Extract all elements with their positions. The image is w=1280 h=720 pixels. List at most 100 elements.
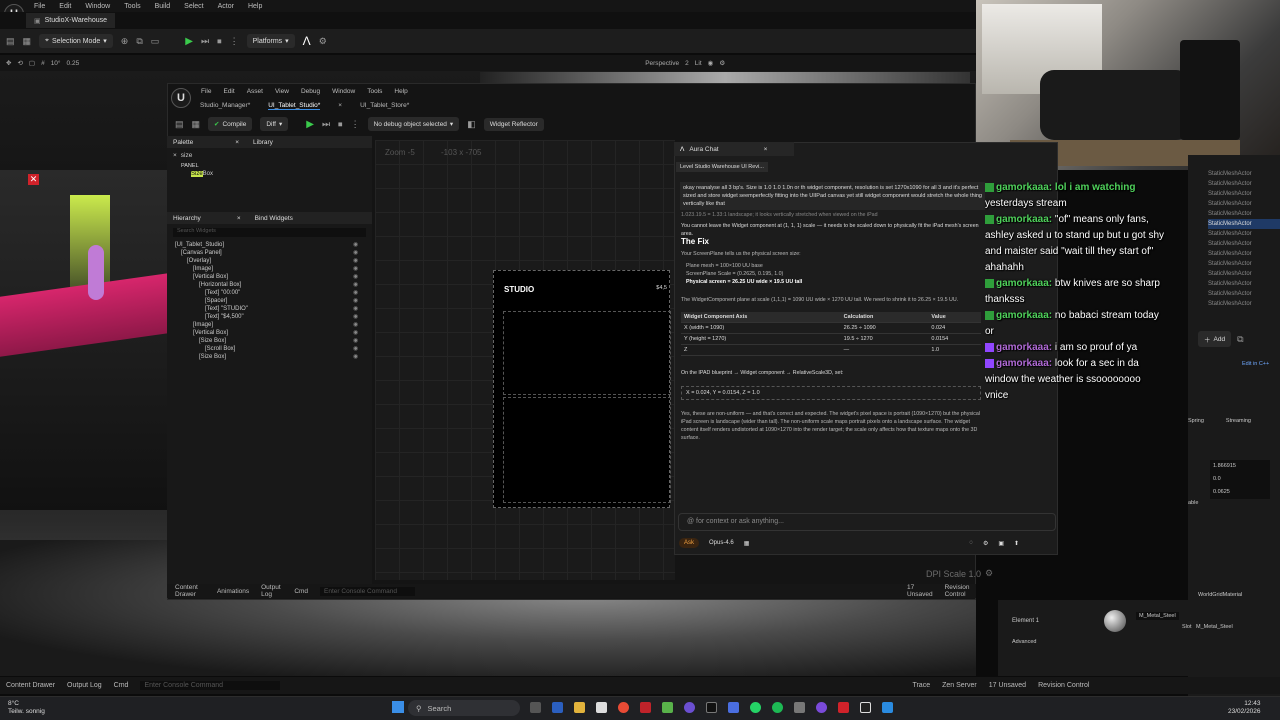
- grid-icon[interactable]: #: [41, 60, 45, 67]
- visibility-icon[interactable]: ◉: [353, 305, 358, 313]
- revision-control-button[interactable]: Revision Control: [945, 584, 976, 598]
- visibility-icon[interactable]: ◉: [353, 281, 358, 289]
- close-icon[interactable]: ✕: [28, 174, 39, 185]
- clear-search-icon[interactable]: ×: [173, 152, 177, 159]
- play-button[interactable]: ▶: [185, 36, 193, 47]
- unreal-taskbar-icon[interactable]: [860, 702, 871, 713]
- show-icon[interactable]: ◉: [708, 59, 714, 67]
- tree-item[interactable]: [Text] "00:00" ◉: [167, 289, 372, 297]
- save-icon[interactable]: ▤: [6, 36, 15, 47]
- menu-debug[interactable]: Debug: [301, 88, 320, 95]
- save-icon[interactable]: ▤: [175, 119, 184, 130]
- cmd-button[interactable]: Cmd: [114, 682, 129, 689]
- hierarchy-search[interactable]: Search Widgets: [173, 228, 366, 237]
- app-icon[interactable]: [728, 702, 739, 713]
- cinematics-icon[interactable]: ▭: [151, 36, 160, 47]
- project-tab[interactable]: ▣ StudioX-Warehouse: [26, 13, 116, 28]
- output-log-button[interactable]: Output Log: [67, 682, 102, 689]
- step-icon[interactable]: ⏭: [201, 36, 209, 47]
- menu-view[interactable]: View: [275, 88, 289, 95]
- compile-button[interactable]: ✔ Compile: [208, 117, 253, 131]
- step-icon[interactable]: ⏭: [322, 119, 330, 130]
- cmd-button[interactable]: Cmd: [294, 588, 308, 595]
- chat-input[interactable]: @ for context or ask anything...: [678, 513, 1056, 531]
- dpi-scale[interactable]: DPI Scale 1.0 ⚙: [926, 568, 993, 579]
- close-icon[interactable]: ×: [764, 146, 768, 153]
- outliner-item[interactable]: StaticMeshActor: [1208, 279, 1280, 289]
- app-icon[interactable]: [816, 702, 827, 713]
- menu-file[interactable]: File: [34, 3, 45, 10]
- animations-button[interactable]: Animations: [217, 588, 249, 595]
- scale-icon[interactable]: ▢: [29, 59, 35, 67]
- tab-palette[interactable]: Palette: [173, 139, 193, 146]
- app-icon[interactable]: [640, 702, 651, 713]
- menu-edit[interactable]: Edit: [59, 3, 71, 10]
- app-icon[interactable]: [882, 702, 893, 713]
- tree-item[interactable]: [Image] ◉: [167, 265, 372, 273]
- menu-select[interactable]: Select: [184, 3, 203, 10]
- tab-streaming[interactable]: Streaming: [1226, 418, 1251, 424]
- material-thumbnail[interactable]: [1104, 610, 1126, 632]
- visibility-icon[interactable]: ◉: [353, 321, 358, 329]
- menu-build[interactable]: Build: [155, 3, 171, 10]
- selection-mode-button[interactable]: ⌖ Selection Mode ▾: [39, 34, 113, 48]
- tab-library[interactable]: Library: [253, 139, 273, 146]
- tree-item[interactable]: [Text] "STUDIO" ◉: [167, 305, 372, 313]
- outliner-item[interactable]: StaticMeshActor: [1208, 189, 1280, 199]
- attach-icon[interactable]: ▦: [744, 540, 750, 547]
- outliner-item[interactable]: StaticMeshActor: [1208, 299, 1280, 309]
- send-icon[interactable]: ⬆: [1014, 540, 1019, 547]
- more-icon[interactable]: ⋮: [230, 36, 239, 47]
- content-drawer-button[interactable]: Content Drawer: [175, 584, 205, 598]
- debug-icon[interactable]: ◧: [467, 119, 476, 130]
- visibility-icon[interactable]: ◉: [353, 329, 358, 337]
- material-dropdown[interactable]: M_Metal_Steel: [1136, 612, 1179, 620]
- stop-icon[interactable]: ⏹: [217, 36, 222, 47]
- value-field-3[interactable]: 0.0625: [1210, 486, 1270, 499]
- menu-help[interactable]: Help: [394, 88, 407, 95]
- visibility-icon[interactable]: ◉: [353, 249, 358, 257]
- discord-icon[interactable]: [684, 702, 695, 713]
- console-input[interactable]: Enter Console Command: [320, 586, 415, 596]
- trace-button[interactable]: Trace: [912, 682, 930, 689]
- perspective-button[interactable]: Perspective: [645, 60, 679, 67]
- app-icon[interactable]: [706, 702, 717, 713]
- system-clock[interactable]: 12:43 23/02/2026: [1228, 700, 1261, 716]
- tree-item[interactable]: [Vertical Box] ◉: [167, 273, 372, 281]
- visibility-icon[interactable]: ◉: [353, 241, 358, 249]
- outliner-item[interactable]: StaticMeshActor: [1208, 229, 1280, 239]
- menu-file[interactable]: File: [201, 88, 211, 95]
- transform-icon[interactable]: ✥: [6, 59, 11, 67]
- outliner-item[interactable]: StaticMeshActor: [1208, 269, 1280, 279]
- tab-ui-tablet-studio[interactable]: UI_Tablet_Studio*: [268, 102, 321, 110]
- zen-server-button[interactable]: Zen Server: [942, 682, 977, 689]
- menu-window[interactable]: Window: [332, 88, 355, 95]
- visibility-icon[interactable]: ◉: [353, 257, 358, 265]
- settings-icon[interactable]: ⚙: [983, 540, 988, 547]
- widgets-icon[interactable]: [552, 702, 563, 713]
- menu-asset[interactable]: Asset: [247, 88, 263, 95]
- add-component-button[interactable]: ＋ Add: [1198, 331, 1232, 347]
- palette-item-size-box[interactable]: Size Box: [191, 171, 372, 177]
- scroll-size-box[interactable]: [503, 397, 671, 503]
- tree-item[interactable]: [Overlay] ◉: [167, 257, 372, 265]
- advanced-expander[interactable]: Advanced: [1012, 639, 1036, 645]
- weather-widget[interactable]: 8°C Teilw. sonnig: [8, 700, 45, 716]
- more-icon[interactable]: ⋮: [351, 119, 360, 130]
- output-log-button[interactable]: Output Log: [261, 584, 282, 598]
- slot-value[interactable]: M_Metal_Steel: [1196, 624, 1233, 630]
- scale-snap[interactable]: 0.25: [67, 60, 80, 67]
- settings-icon[interactable]: ⚙: [319, 36, 327, 47]
- menu-help[interactable]: Help: [248, 3, 262, 10]
- tree-item[interactable]: [Horizontal Box] ◉: [167, 281, 372, 289]
- tab-studio-manager[interactable]: Studio_Manager*: [200, 102, 250, 109]
- outliner-item[interactable]: StaticMeshActor: [1208, 169, 1280, 179]
- unsaved-button[interactable]: 17 Unsaved: [989, 682, 1026, 689]
- visibility-icon[interactable]: ◉: [353, 337, 358, 345]
- tree-item[interactable]: [Spacer] ◉: [167, 297, 372, 305]
- close-icon[interactable]: ×: [237, 215, 241, 222]
- mode-button[interactable]: Ask: [679, 538, 700, 548]
- whatsapp-icon[interactable]: [750, 702, 761, 713]
- lit-button[interactable]: Lit: [695, 60, 702, 67]
- outliner-item[interactable]: StaticMeshActor: [1208, 289, 1280, 299]
